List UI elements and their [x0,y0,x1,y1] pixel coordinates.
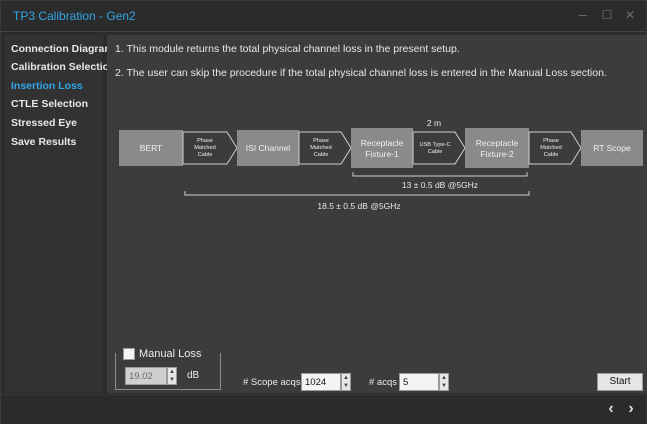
cable-2-label-2: Matched [310,145,331,151]
scope-acqs-input[interactable]: 1024 [301,373,341,391]
usb-cable-arrow [412,131,466,165]
main-panel: 1. This module returns the total physica… [107,35,647,393]
close-button[interactable]: ✕ [621,8,639,22]
next-arrow-icon[interactable]: › [623,400,639,418]
cable-1-label-2: Matched [194,145,215,151]
rt-scope-label: RT Scope [593,143,631,153]
manual-loss-checkbox[interactable] [123,348,135,360]
receptacle-fixture-2-label-1: Receptacle [476,138,519,148]
stepper-down-icon[interactable]: ▼ [168,376,176,384]
scope-acqs-stepper[interactable]: ▲ ▼ [341,373,351,391]
sidebar-item-stressed-eye[interactable]: Stressed Eye [11,117,77,129]
cable-1-label-3: Cable [198,152,213,158]
bottom-nav-bar: ‹ › [1,394,646,424]
scope-acqs-label: # Scope acqs [243,377,301,388]
sidebar-item-connection-diagram[interactable]: Connection Diagram [11,43,114,55]
receptacle-fixture-1-label-2: Fixture-1 [365,149,399,159]
isi-channel-label: ISI Channel [246,143,291,153]
cable-4-label-1: Phase [543,138,559,144]
previous-arrow-icon[interactable]: ‹ [603,400,619,418]
acqs-input[interactable]: 5 [399,373,439,391]
window-title: TP3 Calibration - Gen2 [13,9,136,23]
outer-measure-label: 18.5 ± 0.5 dB @5GHz [317,201,400,211]
cable-2-label-1: Phase [313,138,329,144]
manual-loss-unit: dB [187,370,200,381]
bert-label: BERT [140,143,163,153]
receptacle-fixture-2-label-2: Fixture-2 [480,149,514,159]
stepper-down-icon[interactable]: ▼ [440,382,448,390]
usb-length-label: 2 m [427,118,441,128]
cable-4-label-3: Cable [544,152,559,158]
connection-diagram: BERT Phase Matched Cable ISI Channel Pha… [119,118,643,211]
cable-4-label-2: Matched [540,145,561,151]
manual-loss-stepper[interactable]: ▲ ▼ [167,367,177,385]
app-window: TP3 Calibration - Gen2 – ☐ ✕ Connection … [0,0,647,424]
inner-measure-label: 13 ± 0.5 dB @5GHz [402,180,478,190]
sidebar-item-ctle-selection[interactable]: CTLE Selection [11,98,88,110]
minimize-button[interactable]: – [574,6,592,22]
receptacle-fixture-1-label-1: Receptacle [361,138,404,148]
sidebar-item-insertion-loss[interactable]: Insertion Loss [11,80,83,92]
start-button[interactable]: Start [597,373,643,391]
sidebar-item-save-results[interactable]: Save Results [11,136,76,148]
usb-cable-label-2: Cable [428,149,443,155]
manual-loss-label: Manual Loss [139,348,202,360]
cable-1-label-1: Phase [197,138,213,144]
maximize-button[interactable]: ☐ [598,8,616,22]
stepper-down-icon[interactable]: ▼ [342,382,350,390]
acqs-stepper[interactable]: ▲ ▼ [439,373,449,391]
acqs-label: # acqs [369,377,397,388]
manual-loss-input[interactable]: 19.02 [125,367,167,385]
sidebar-item-calibration-selection[interactable]: Calibration Selection [11,61,115,73]
stepper-up-icon[interactable]: ▲ [168,368,176,376]
inner-measure-bracket [352,172,528,177]
receptacle-fixture-2-block [465,128,529,168]
usb-cable-label-1: USB Type-C [420,142,451,148]
receptacle-fixture-1-block [351,128,413,168]
sidebar: Connection Diagram Calibration Selection… [5,35,115,393]
title-bar: TP3 Calibration - Gen2 – ☐ ✕ [1,1,646,32]
stepper-up-icon[interactable]: ▲ [440,374,448,382]
manual-loss-header: Manual Loss [119,348,206,360]
cable-2-label-3: Cable [314,152,329,158]
outer-measure-bracket [184,191,530,196]
stepper-up-icon[interactable]: ▲ [342,374,350,382]
